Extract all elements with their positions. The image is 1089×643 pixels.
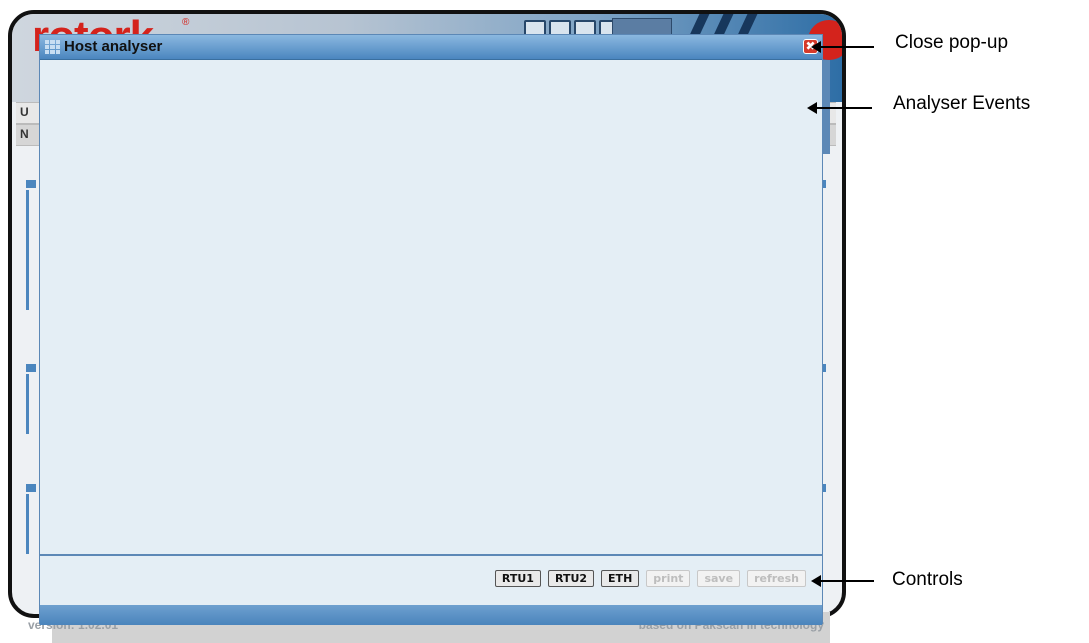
eth-button[interactable]: ETH	[601, 570, 640, 587]
bg-panel-marker	[26, 180, 36, 188]
rtu2-button[interactable]: RTU2	[547, 570, 595, 587]
bg-panel-edge	[26, 190, 29, 310]
refresh-button[interactable]: refresh	[747, 570, 806, 587]
close-callout-arrow	[811, 41, 874, 53]
bg-panel-edge	[26, 374, 29, 434]
close-callout-label: Close pop-up	[895, 32, 1009, 53]
app-tab-label: N	[20, 127, 29, 141]
bg-panel-marker	[26, 364, 36, 372]
events-callout-label: Analyser Events	[893, 93, 1031, 114]
analyser-events-panel[interactable]	[40, 60, 830, 554]
registered-mark: ®	[182, 17, 190, 28]
popup-titlebar[interactable]: Host analyser ✖	[40, 35, 822, 60]
controls-panel: RTU1 RTU2 ETH print save refresh	[40, 554, 822, 607]
bg-panel-edge	[26, 494, 29, 554]
controls-callout-arrow	[811, 575, 874, 587]
app-tab-label: U	[20, 105, 29, 119]
popup-footer	[40, 605, 822, 625]
control-buttons: RTU1 RTU2 ETH print save refresh	[494, 570, 806, 587]
save-button[interactable]: save	[697, 570, 741, 587]
grid-icon	[45, 40, 60, 54]
popup-title: Host analyser	[64, 38, 163, 55]
host-analyser-popup: Host analyser ✖ RTU1 RTU2 ETH print save…	[39, 34, 830, 625]
rtu1-button[interactable]: RTU1	[494, 570, 541, 587]
print-button[interactable]: print	[646, 570, 691, 587]
bg-panel-marker	[26, 484, 36, 492]
controls-callout-label: Controls	[892, 569, 963, 590]
events-callout-arrow	[807, 102, 872, 114]
